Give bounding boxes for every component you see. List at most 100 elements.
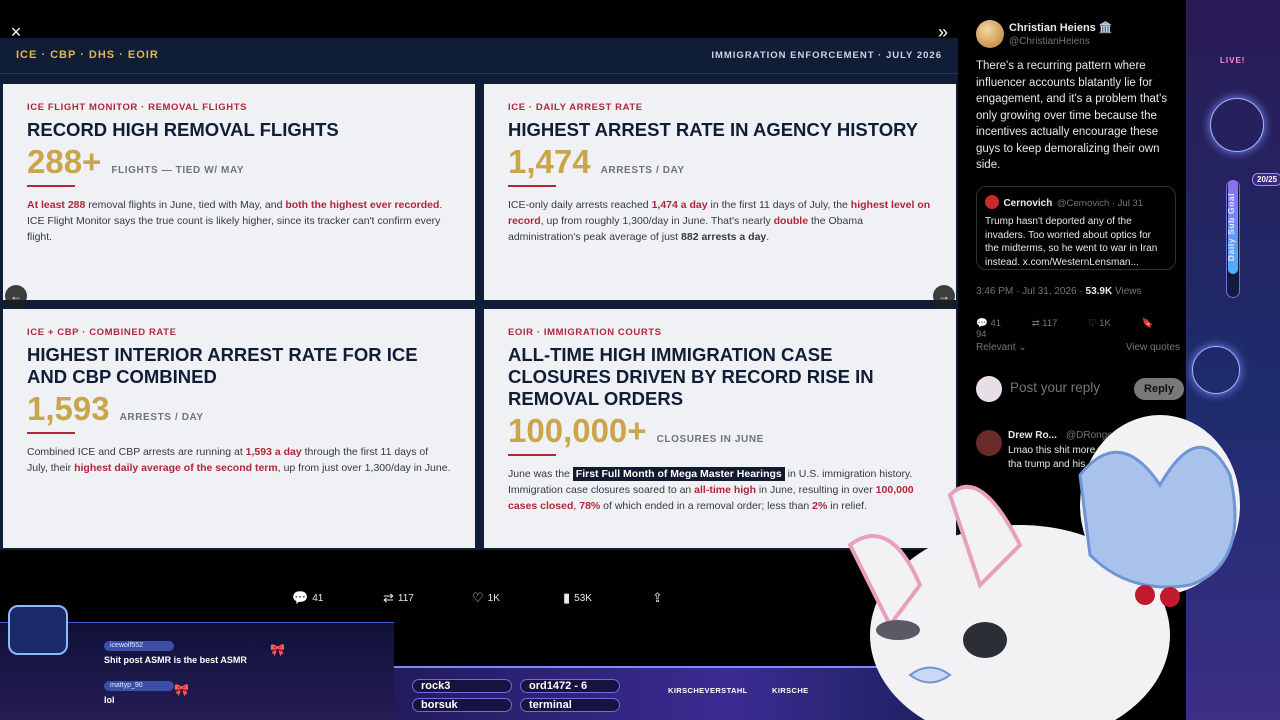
card-body-segment: . [766, 231, 770, 243]
card-body-segment: double [773, 215, 809, 227]
repost-count: 117 [397, 592, 414, 604]
views-chart-icon: ▮ [563, 590, 571, 605]
card-stat-unit: ARRESTS / DAY [119, 412, 204, 423]
tweet-meta: 3:46 PM · Jul 31, 2026 · 53.9K Views [976, 286, 1142, 297]
card-body-segment: 2% [812, 500, 828, 512]
card-removal-flights: ICE FLIGHT MONITOR · REMOVAL FLIGHTS REC… [3, 84, 475, 300]
recent-follower-pill: ord1472 - 6 [520, 679, 620, 693]
quoted-handle: @Cernovich · Jul 31 [1056, 198, 1144, 209]
tweet-text: There's a recurring pattern where influe… [976, 60, 1168, 171]
tweet-stats: 💬 41 ⇄ 117 ♡ 1K 🔖 94 [976, 318, 1176, 340]
repost-icon: ⇄ [383, 590, 394, 605]
chat-overlay: icewolf552 Shit post ASMR is the best AS… [0, 605, 394, 720]
like-stat[interactable]: ♡ 1K [1088, 318, 1125, 329]
card-body-segment: At least 288 [27, 199, 86, 211]
card-title: ALL-TIME HIGH IMMIGRATION CASE CLOSURES … [508, 344, 874, 409]
repost-button[interactable]: ⇄ 117 [383, 590, 414, 606]
chat-message: Shit post ASMR is the best ASMR [104, 655, 247, 665]
chat-username: icewolf552 [104, 641, 174, 651]
card-kicker: ICE · DAILY ARREST RATE [508, 102, 643, 113]
card-body-segment: both the highest ever recorded [285, 199, 440, 211]
card-kicker: EOIR · IMMIGRATION COURTS [508, 327, 662, 338]
card-body-segment: all-time high [694, 484, 757, 496]
previous-image-icon[interactable]: ← [5, 285, 27, 307]
share-button[interactable]: ⇪ [652, 590, 663, 606]
card-body: At least 288 removal flights in June, ti… [27, 197, 451, 245]
quoted-author: Cernovich [1003, 198, 1053, 209]
card-stat: 100,000+ [508, 412, 647, 449]
reply-count: 41 [990, 318, 1002, 329]
card-divider [508, 185, 556, 187]
sparkle-orb-icon [1192, 346, 1240, 394]
sub-goal-label: Daily Sub Goal [1226, 192, 1236, 262]
card-body-segment: ICE-only daily arrests reached [508, 199, 652, 211]
timestamp[interactable]: 3:46 PM · Jul 31, 2026 [976, 286, 1077, 297]
card-body-segment: Combined ICE and CBP arrests are running… [27, 446, 246, 458]
chat-message: lol [104, 695, 115, 705]
media-viewer: × » ICE · CBP · DHS · EOIR IMMIGRATION E… [0, 0, 960, 620]
card-body-segment: 78% [579, 500, 601, 512]
card-stat: 1,474 [508, 143, 591, 180]
card-stat-unit: FLIGHTS — TIED W/ MAY [111, 165, 245, 176]
recent-follower-pill: rock3 [412, 679, 512, 693]
reply-button[interactable]: 💬 41 [292, 590, 323, 606]
view-quotes-link[interactable]: View quotes [1126, 342, 1180, 353]
infographic-subtitle: IMMIGRATION ENFORCEMENT · JULY 2026 [711, 50, 942, 61]
card-title: HIGHEST ARREST RATE IN AGENCY HISTORY [508, 119, 919, 140]
card-body: Combined ICE and CBP arrests are running… [27, 444, 451, 476]
card-stat-unit: CLOSURES IN JUNE [656, 434, 764, 445]
next-image-icon[interactable]: → [933, 285, 955, 307]
quoted-tweet[interactable]: Cernovich @Cernovich · Jul 31 Trump hasn… [976, 186, 1176, 270]
card-body-segment: removal flights in June, tied with May, … [85, 199, 286, 211]
repost-stat[interactable]: ⇄ 117 [1032, 318, 1072, 329]
sub-goal-count: 20/25 [1252, 173, 1280, 186]
card-body-segment: 1,593 a day [245, 446, 302, 458]
twitter-handle-label: KIRSCHEVERSTAHL [668, 686, 748, 695]
card-kicker: ICE + CBP · COMBINED RATE [27, 327, 177, 338]
media-action-bar: 💬 41 ⇄ 117 ♡ 1K ▮ 53K ⇪ [0, 590, 960, 608]
card-body-segment: 1,474 a day [651, 199, 708, 211]
repost-count: 117 [1042, 318, 1058, 329]
heart-icon: ♡ [472, 590, 484, 605]
author-handle[interactable]: @ChristianHeiens [1009, 36, 1090, 47]
discord-handle-label: KIRSCHE [772, 686, 809, 695]
quoted-avatar [985, 194, 999, 209]
avatar [976, 376, 1002, 402]
card-body-segment: 882 arrests a day [681, 231, 767, 243]
card-stat-unit: ARRESTS / DAY [600, 165, 685, 176]
chevron-down-icon: ⌄ [1018, 342, 1027, 353]
card-body-segment: of which ended in a removal order; less … [600, 500, 813, 512]
author-name[interactable]: Christian Heiens 🏛️ [1009, 21, 1113, 34]
views-button[interactable]: ▮ 53K [563, 590, 592, 606]
card-combined-rate: ICE + CBP · COMBINED RATE HIGHEST INTERI… [3, 309, 475, 548]
sort-replies-dropdown[interactable]: Relevant ⌄ [976, 342, 1027, 353]
views-count: 53.9K [1085, 286, 1113, 297]
butterfly-orb-icon [1210, 98, 1264, 152]
like-button[interactable]: ♡ 1K [472, 590, 500, 606]
share-icon: ⇪ [652, 590, 663, 605]
treasure-chest-icon [8, 605, 68, 655]
bow-icon: 🎀 [174, 683, 189, 697]
views-count: 53K [574, 592, 592, 604]
card-body-segment: highest daily average of the second term [74, 462, 278, 474]
infographic-image: ICE · CBP · DHS · EOIR IMMIGRATION ENFOR… [0, 38, 958, 550]
reply-input[interactable]: Post your reply [1010, 380, 1100, 395]
views-label: Views [1114, 286, 1142, 297]
avatar[interactable] [976, 20, 1004, 48]
card-stat: 1,593 [27, 390, 110, 427]
stream-screen: × » ICE · CBP · DHS · EOIR IMMIGRATION E… [0, 0, 1280, 720]
agency-tags: ICE · CBP · DHS · EOIR [16, 49, 159, 61]
card-body-segment: , up from just over 1,300/day in June. [277, 462, 451, 474]
card-stat: 288+ [27, 143, 102, 180]
reply-submit-button[interactable]: Reply [1134, 378, 1184, 400]
quoted-text: Trump hasn't deported any of the invader… [985, 216, 1158, 268]
like-count: 1K [1099, 318, 1111, 329]
card-body-segment: in the first 11 days of July, the [707, 199, 851, 211]
chat-username: mattyp_90 [104, 681, 174, 691]
card-body: ICE-only daily arrests reached 1,474 a d… [508, 197, 932, 245]
recent-sub-pill: borsuk [412, 698, 512, 712]
reply-stat[interactable]: 💬 41 [976, 318, 1015, 329]
bookmark-count: 94 [976, 329, 987, 340]
card-body-segment: June was the [508, 468, 573, 480]
card-body-segment: First Full Month of Mega Master Hearings [572, 467, 785, 481]
